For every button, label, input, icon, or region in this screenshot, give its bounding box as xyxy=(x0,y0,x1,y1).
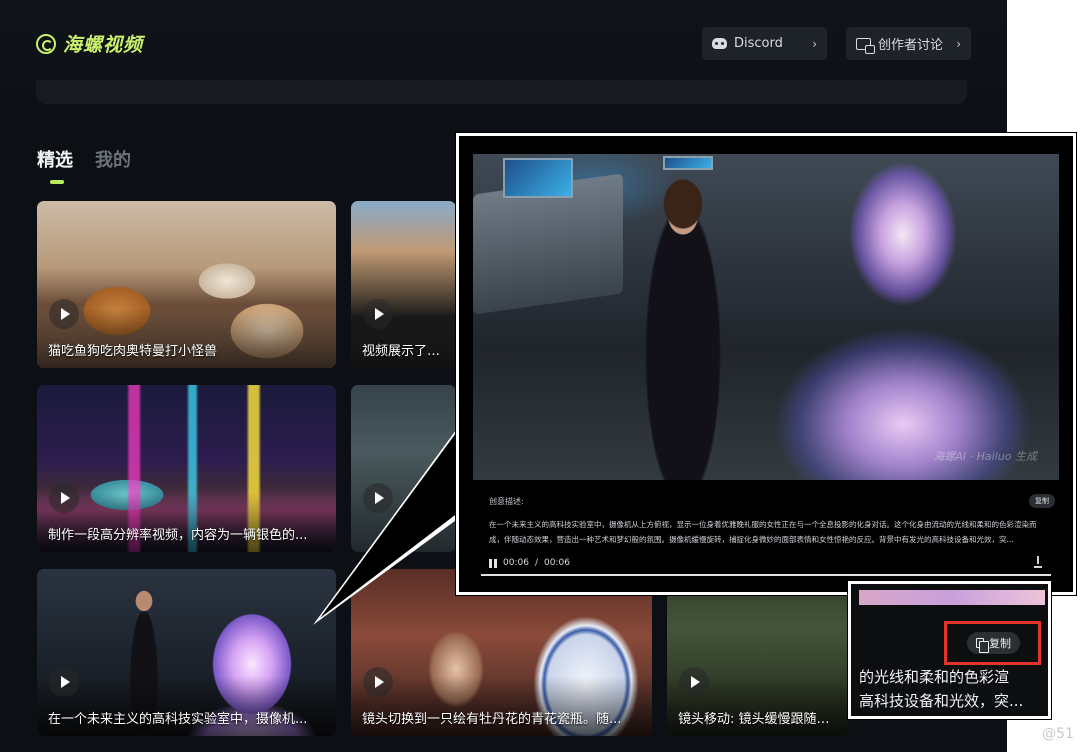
time-separator: / xyxy=(534,558,538,568)
card-caption: 视频展示了一个 xyxy=(362,344,448,359)
video-card[interactable]: 在一个未来主义的高科技实验室中，摄像机... xyxy=(37,569,336,736)
description-title: 创意描述: xyxy=(489,497,524,506)
video-card[interactable]: 制作一段高分辨率视频，内容为一辆银色的... xyxy=(37,385,336,552)
discord-icon xyxy=(712,38,727,49)
card-caption: 制作一段高分辨率视频，内容为一辆银色的... xyxy=(48,528,308,543)
chevron-right-icon: › xyxy=(812,36,817,51)
play-icon[interactable] xyxy=(363,667,393,697)
card-shade xyxy=(37,308,336,368)
banner-panel xyxy=(36,80,967,104)
forum-label: 创作者讨论 xyxy=(878,38,944,53)
play-icon[interactable] xyxy=(363,483,393,513)
play-icon[interactable] xyxy=(679,667,709,697)
card-caption: 在一个未来主义的高科技实验室中，摄像机... xyxy=(48,712,308,727)
video-card[interactable] xyxy=(351,385,456,552)
highlight-box xyxy=(944,621,1041,665)
play-icon[interactable] xyxy=(49,483,79,513)
card-shade xyxy=(37,492,336,552)
logo-text: 海螺视频 xyxy=(63,34,144,56)
play-icon[interactable] xyxy=(49,299,79,329)
copy-button[interactable]: 复制 xyxy=(1029,494,1055,508)
monitor-screen xyxy=(503,158,573,198)
woman-figure xyxy=(623,164,743,480)
video-watermark: 海螺AI · Hailuo 生成 xyxy=(933,450,1037,463)
chevron-right-icon: › xyxy=(956,36,961,51)
card-shade xyxy=(351,676,652,736)
video-preview[interactable]: 海螺AI · Hailuo 生成 xyxy=(473,154,1059,480)
time-total: 00:06 xyxy=(543,558,570,568)
snail-logo-icon xyxy=(36,33,56,54)
play-icon[interactable] xyxy=(363,299,393,329)
card-caption: 镜头切换到一只绘有牡丹花的青花瓷瓶。随... xyxy=(362,712,622,727)
copy-button-zoom: 复制 的光线和柔和的色彩渲 高科技设备和光效，突... xyxy=(848,581,1051,719)
tab-featured[interactable]: 精选 xyxy=(37,146,73,184)
site-watermark: @51 xyxy=(1042,726,1074,742)
logo[interactable]: 海螺视频 xyxy=(36,30,143,57)
tab-mine[interactable]: 我的 xyxy=(95,146,131,172)
video-card[interactable]: 视频展示了一个 xyxy=(351,201,456,368)
pause-icon[interactable] xyxy=(489,558,497,568)
feed-tabs: 精选 我的 xyxy=(37,146,131,184)
creator-forum-button[interactable]: 创作者讨论 › xyxy=(846,27,971,60)
download-icon[interactable] xyxy=(1033,556,1043,568)
card-shade xyxy=(37,676,336,736)
video-card[interactable]: 猫吃鱼狗吃肉奥特曼打小怪兽 xyxy=(37,201,336,368)
player-controls: 00:06 / 00:06 xyxy=(489,556,1049,570)
description-excerpt: 的光线和柔和的色彩渲 xyxy=(859,668,1010,686)
description-panel: 创意描述: 复制 在一个未来主义的高科技实验室中，摄像机从上方俯视，显示一位身着… xyxy=(489,494,1055,547)
card-caption: 镜头移动: 镜头缓慢跟随考古 xyxy=(678,712,841,727)
description-excerpt: 高科技设备和光效，突... xyxy=(859,692,1024,710)
video-edge-strip xyxy=(859,590,1045,605)
progress-bar[interactable] xyxy=(481,574,1051,576)
card-caption: 猫吃鱼狗吃肉奥特曼打小怪兽 xyxy=(48,344,218,359)
time-current: 00:06 xyxy=(503,558,529,568)
video-detail-zoom: 海螺AI · Hailuo 生成 创意描述: 复制 在一个未来主义的高科技实验室… xyxy=(456,133,1076,595)
progress-fill xyxy=(481,574,1051,576)
play-icon[interactable] xyxy=(49,667,79,697)
discord-button[interactable]: Discord › xyxy=(702,27,827,60)
top-bar: 海螺视频 Discord › 创作者讨论 › xyxy=(0,0,1007,90)
discord-label: Discord xyxy=(734,36,783,51)
description-text: 在一个未来主义的高科技实验室中，摄像机从上方俯视，显示一位身着优雅晚礼服的女性正… xyxy=(489,520,1037,544)
chat-bubbles-icon xyxy=(856,37,875,54)
